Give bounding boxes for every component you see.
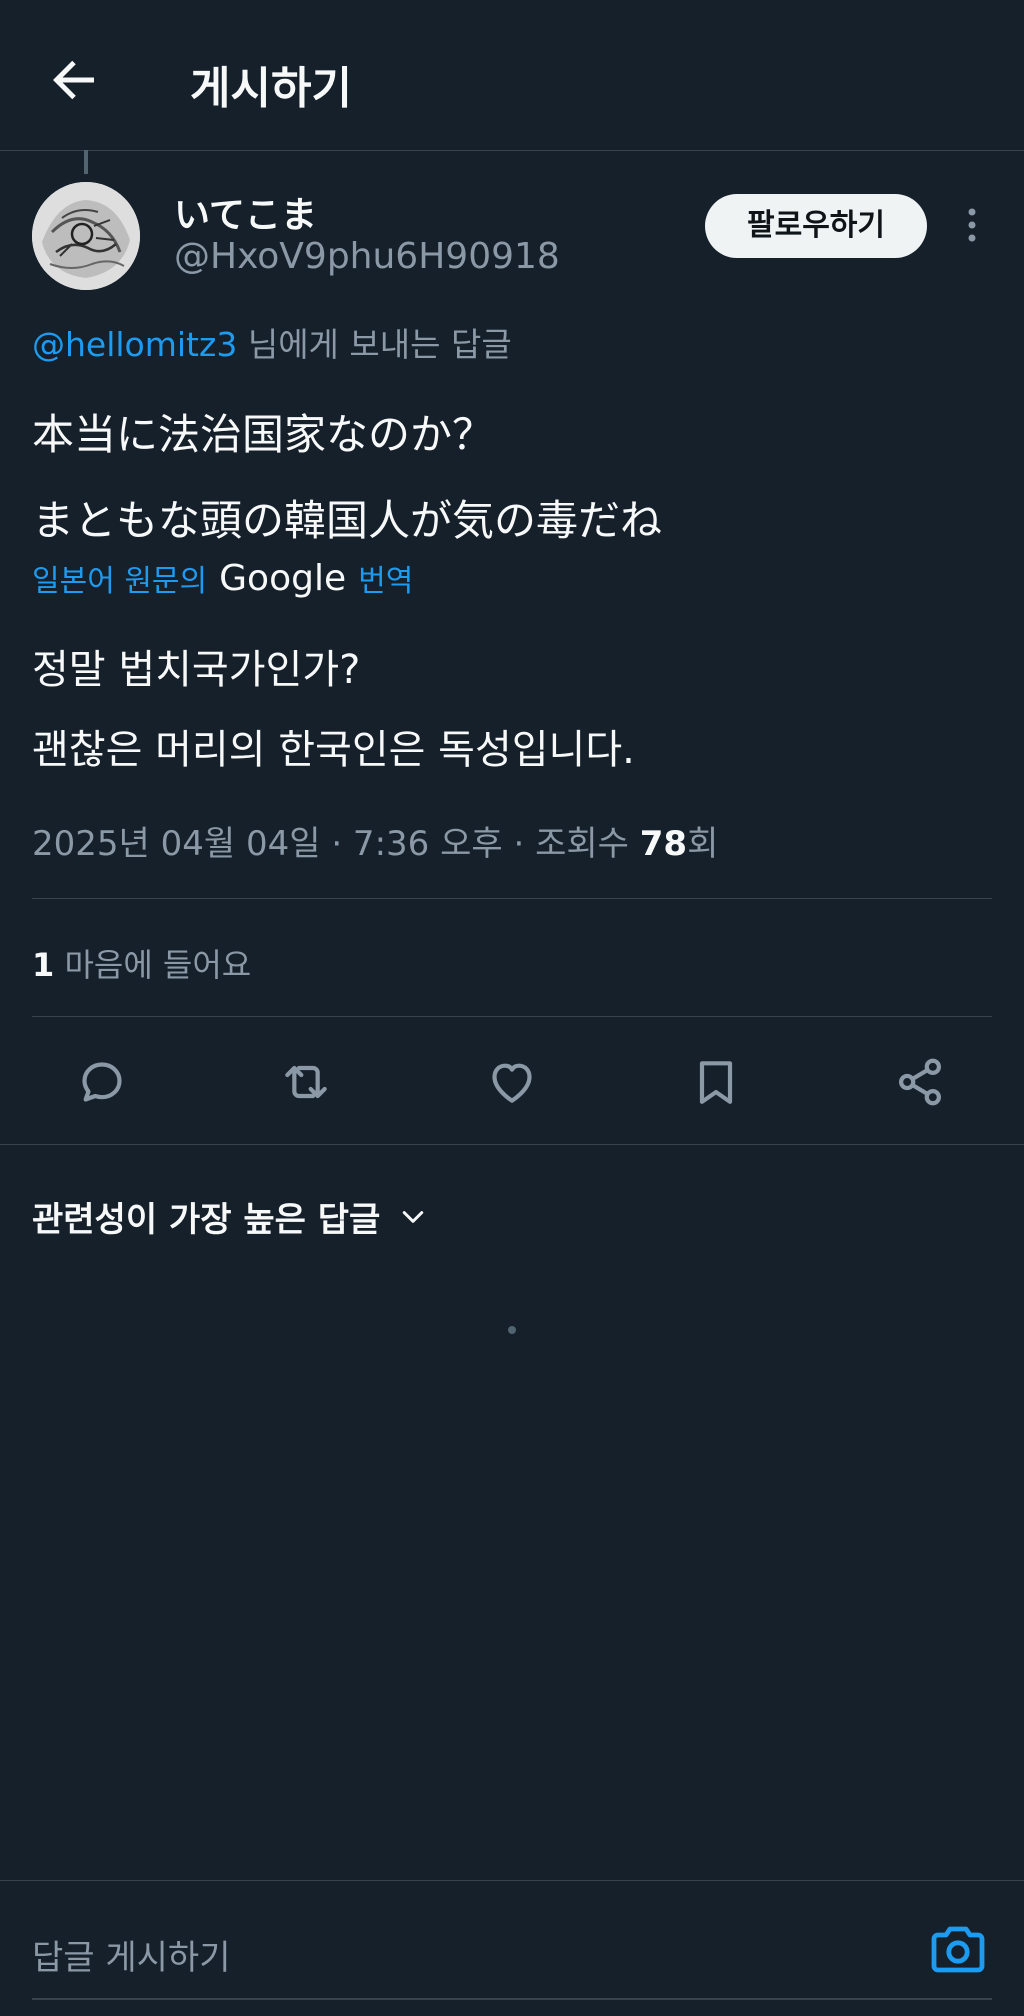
retweet-button[interactable] <box>278 1054 334 1110</box>
like-button[interactable] <box>484 1054 540 1110</box>
reply-compose-input[interactable]: 답글 게시하기 <box>32 1930 231 1979</box>
share-button[interactable] <box>892 1054 948 1110</box>
page-title: 게시하기 <box>190 63 352 114</box>
thread-connector <box>84 150 88 174</box>
tweet-text: 本当に法治国家なのか？ まともな頭の韓国人が気の毒だね <box>32 392 662 564</box>
loading-indicator <box>508 1326 516 1334</box>
tweet-line: 本当に法治国家なのか？ <box>32 410 495 459</box>
bookmark-icon <box>699 1061 733 1104</box>
reply-sort-dropdown[interactable]: 관련성이 가장 높은 답글 <box>32 1192 428 1241</box>
likes-summary[interactable]: 1 마음에 들어요 <box>32 940 251 986</box>
likes-label: 마음에 들어요 <box>54 946 252 984</box>
divider <box>32 1016 992 1017</box>
reply-to-handle-link[interactable]: @hellomitz3 <box>32 325 237 364</box>
avatar-image <box>32 182 140 290</box>
retweet-icon <box>285 1065 327 1099</box>
view-count-suffix: 회 <box>687 824 719 864</box>
reply-context: @hellomitz3 님에게 보내는 답글 <box>32 318 512 366</box>
translated-line: 괜찮은 머리의 한국인은 독성입니다. <box>32 727 635 773</box>
user-handle[interactable]: @HxoV9phu6H90918 <box>174 236 560 277</box>
more-vertical-icon <box>968 208 976 242</box>
divider <box>32 898 992 899</box>
translated-text: 정말 법치국가인가? 괜찮은 머리의 한국인은 독성입니다. <box>32 630 635 790</box>
header: 게시하기 <box>0 0 1024 151</box>
back-button[interactable] <box>44 50 104 110</box>
divider <box>0 1144 1024 1145</box>
translated-line: 정말 법치국가인가? <box>32 647 361 693</box>
reply-sort-label: 관련성이 가장 높은 답글 <box>32 1200 381 1240</box>
view-count[interactable]: 78 <box>640 824 687 864</box>
more-options-button[interactable] <box>952 200 992 250</box>
likes-count: 1 <box>32 946 55 984</box>
camera-button[interactable] <box>928 1922 988 1978</box>
arrow-left-icon <box>53 60 94 100</box>
translation-prefix: 일본어 원문의 <box>32 564 208 599</box>
chevron-down-icon <box>403 1210 424 1223</box>
reply-button[interactable] <box>74 1054 130 1110</box>
heart-icon <box>492 1063 532 1103</box>
tweet-metadata: 2025년 04월 04일 · 7:36 오후 · 조회수 78회 <box>32 816 718 865</box>
divider <box>0 1880 1024 1881</box>
bookmark-button[interactable] <box>688 1054 744 1110</box>
translation-attribution[interactable]: 일본어 원문의 Google 번역 <box>32 556 413 600</box>
reply-icon <box>82 1062 122 1102</box>
tweet-datetime: 2025년 04월 04일 · 7:36 오후 · 조회수 <box>32 824 640 864</box>
camera-icon <box>931 1926 985 1973</box>
input-underline <box>32 1998 992 2000</box>
share-icon <box>899 1058 941 1106</box>
avatar[interactable] <box>32 182 140 290</box>
reply-to-suffix: 님에게 보내는 답글 <box>247 325 512 364</box>
translation-suffix: 번역 <box>358 564 414 599</box>
google-logo: Google <box>219 557 347 599</box>
display-name[interactable]: いてこま <box>174 186 317 238</box>
follow-button[interactable]: 팔로우하기 <box>705 194 927 258</box>
tweet-line: まともな頭の韓国人が気の毒だね <box>32 496 663 545</box>
